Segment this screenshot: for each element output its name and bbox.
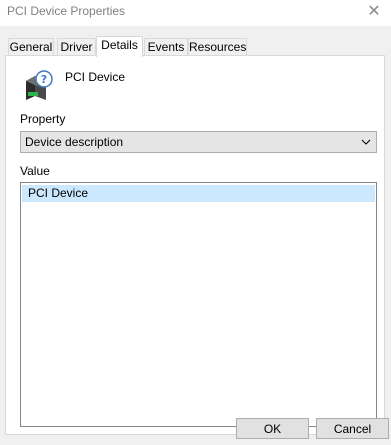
tab-general[interactable]: General — [8, 38, 54, 55]
tab-events[interactable]: Events — [144, 38, 188, 55]
chevron-down-icon — [361, 139, 371, 145]
value-label: Value — [20, 164, 50, 178]
ok-button[interactable]: OK — [236, 418, 309, 439]
tab-details[interactable]: Details — [96, 36, 143, 57]
device-name: PCI Device — [65, 70, 126, 84]
unknown-device-icon: ? — [26, 70, 53, 100]
svg-text:?: ? — [41, 73, 47, 86]
tab-driver[interactable]: Driver — [57, 38, 96, 55]
list-item-text: PCI Device — [28, 186, 89, 200]
property-dropdown[interactable]: Device description — [20, 131, 377, 153]
list-item[interactable]: PCI Device — [22, 185, 375, 202]
tab-resources[interactable]: Resources — [188, 38, 247, 55]
window-title: PCI Device Properties — [7, 4, 126, 18]
cancel-button[interactable]: Cancel — [316, 418, 389, 439]
close-icon[interactable]: ✕ — [363, 2, 385, 22]
details-panel: ? PCI Device Property Device description… — [5, 55, 385, 435]
title-bar: PCI Device Properties ✕ — [0, 0, 391, 26]
property-selected-value: Device description — [25, 135, 124, 149]
property-label: Property — [20, 112, 66, 126]
value-list[interactable]: PCI Device — [20, 182, 377, 427]
dialog-body: General Driver Details Events Resources … — [0, 26, 391, 445]
